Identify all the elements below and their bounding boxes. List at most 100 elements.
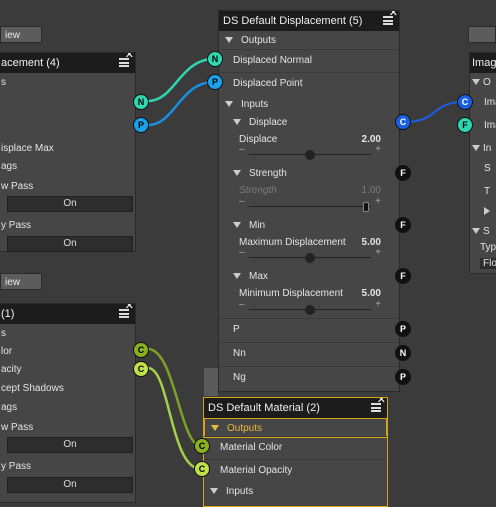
left-bottom-port-opacity[interactable]: C [133, 361, 149, 377]
left-top-row-7: y Pass [1, 220, 32, 231]
output-material-opacity[interactable]: Material Opacity [204, 459, 387, 482]
close-icon[interactable]: ✕ [389, 11, 398, 19]
image-row-8: Typ [480, 242, 496, 253]
left-top-port-normal[interactable]: N [133, 94, 149, 110]
close-icon[interactable]: ✕ [125, 304, 134, 312]
displacement-node[interactable]: DS Default Displacement (5) ✕ Outputs Di… [218, 10, 400, 392]
left-node-top[interactable]: acement (4) ✕ s isplace Max ags w Pass O… [0, 52, 136, 252]
slider-displace[interactable]: – + [239, 144, 381, 160]
collapse-triangle-icon [210, 487, 218, 494]
close-icon[interactable]: ✕ [125, 53, 134, 61]
left-bottom-row-7: y Pass [1, 461, 32, 472]
image-node[interactable]: Imag O Ima Ima In S T S Typ Flo [469, 52, 496, 274]
slider-knob[interactable] [305, 253, 315, 263]
image-row-1: Ima [484, 97, 496, 108]
param-label-maximum-displacement: Maximum Displacement [239, 237, 346, 248]
input-nn[interactable]: Nn [219, 342, 399, 365]
left-top-row-5: w Pass [1, 181, 34, 192]
expand-triangle-icon [484, 207, 490, 216]
port-p[interactable]: P [395, 321, 411, 337]
material-node-title: DS Default Material (2) ✕ [204, 398, 387, 418]
image-row-7: S [472, 226, 490, 237]
port-ng[interactable]: P [395, 369, 411, 385]
collapse-triangle-icon [233, 169, 241, 176]
collapse-triangle-icon [233, 221, 241, 228]
left-top-on-button-2[interactable]: On [7, 236, 133, 252]
image-row-2: Ima [484, 120, 496, 131]
input-ng[interactable]: Ng [219, 366, 399, 389]
view-button-right[interactable] [468, 26, 496, 43]
input-p[interactable]: P [219, 318, 399, 341]
displacement-node-title: DS Default Displacement (5) ✕ [219, 11, 399, 31]
material-inputs-section[interactable]: Inputs [204, 482, 387, 502]
output-material-color[interactable]: Material Color [204, 436, 387, 459]
port-strength[interactable]: F [395, 165, 411, 181]
group-strength[interactable]: Strength [227, 164, 399, 184]
collapse-triangle-icon [233, 118, 241, 125]
port-material-color[interactable]: C [194, 438, 210, 454]
image-row-3: In [472, 143, 491, 154]
port-nn[interactable]: N [395, 345, 411, 361]
param-label-strength: Strength [239, 185, 277, 196]
left-top-port-point[interactable]: P [133, 117, 149, 133]
outputs-section[interactable]: Outputs [219, 31, 399, 51]
left-node-top-title: acement (4) ✕ [0, 53, 135, 73]
output-displaced-normal[interactable]: Displaced Normal [219, 49, 399, 72]
left-bottom-on-button-1[interactable]: On [7, 437, 133, 453]
view-button-bottom[interactable]: iew [0, 273, 42, 290]
param-value-minimum-displacement[interactable]: 5.00 [362, 288, 381, 299]
group-displace[interactable]: Displace [227, 113, 399, 133]
left-top-on-button-1[interactable]: On [7, 196, 133, 212]
port-displaced-point[interactable]: P [207, 74, 223, 90]
slider-minimum-displacement[interactable]: – + [239, 299, 381, 315]
left-bottom-row-4: ags [1, 402, 18, 413]
port-material-opacity[interactable]: C [194, 461, 210, 477]
output-displaced-point[interactable]: Displaced Point [219, 72, 399, 95]
left-node-bottom[interactable]: (1) ✕ s lor acity cept Shadows ags w Pas… [0, 303, 136, 503]
image-row-0: O [472, 77, 491, 88]
slider-knob[interactable] [305, 150, 315, 160]
wire-displaced-normal [147, 57, 215, 103]
material-node-tab [204, 368, 218, 396]
left-bottom-row-0: s [1, 328, 6, 339]
left-bottom-row-2: acity [1, 364, 22, 375]
group-max[interactable]: Max [227, 267, 399, 287]
slider-maximum-displacement[interactable]: – + [239, 247, 381, 263]
port-max[interactable]: F [395, 268, 411, 284]
left-bottom-on-button-2[interactable]: On [7, 477, 133, 493]
slider-knob[interactable] [305, 305, 315, 315]
image-row-4: S [484, 163, 491, 174]
wire-material-opacity [147, 366, 202, 471]
collapse-triangle-icon [225, 36, 233, 43]
slider-strength[interactable]: – + [239, 196, 381, 212]
group-min[interactable]: Min [227, 216, 399, 236]
collapse-triangle-icon [233, 272, 241, 279]
image-row-5: T [484, 186, 491, 197]
material-node[interactable]: DS Default Material (2) ✕ Outputs Materi… [203, 397, 388, 507]
collapse-triangle-icon [225, 100, 233, 107]
port-displace[interactable]: C [395, 114, 411, 130]
port-displaced-normal[interactable]: N [207, 51, 223, 67]
left-top-row-0: s [1, 77, 6, 88]
left-bottom-row-1: lor [1, 346, 13, 357]
image-port-float[interactable]: F [457, 117, 473, 133]
left-bottom-row-5: w Pass [1, 422, 34, 433]
left-bottom-port-color[interactable]: C [133, 342, 149, 358]
view-button-top[interactable]: iew [0, 26, 42, 43]
image-port-color-1[interactable]: C [457, 94, 473, 110]
slider-knob[interactable] [363, 202, 369, 212]
left-node-bottom-title: (1) ✕ [0, 304, 135, 324]
left-top-row-4: ags [1, 161, 18, 172]
param-label-minimum-displacement: Minimum Displacement [239, 288, 343, 299]
port-min[interactable]: F [395, 217, 411, 233]
left-top-row-3: isplace Max [1, 143, 54, 154]
wire-displaced-point [147, 80, 215, 127]
close-icon[interactable]: ✕ [377, 398, 386, 406]
material-outputs-section[interactable]: Outputs [204, 418, 387, 438]
param-value-strength[interactable]: 1.00 [362, 185, 381, 196]
inputs-section[interactable]: Inputs [219, 95, 399, 115]
image-row-9[interactable]: Flo [480, 258, 496, 269]
left-bottom-row-3: cept Shadows [1, 383, 64, 394]
collapse-triangle-icon [211, 424, 219, 431]
wire-image-color [403, 101, 465, 123]
